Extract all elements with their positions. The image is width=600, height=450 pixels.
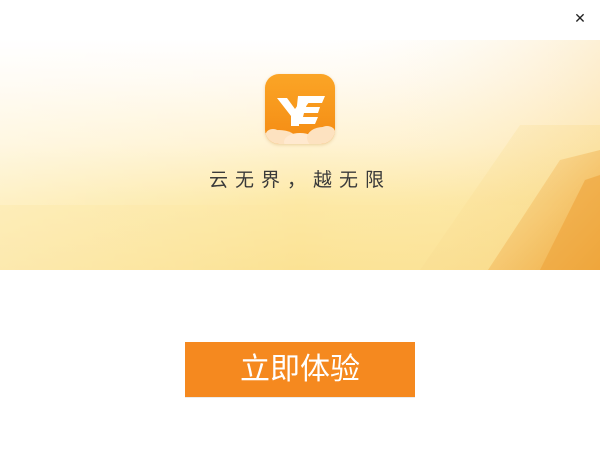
welcome-dialog: ✕ 云无界，越无限 立即体验 [0,0,600,450]
close-icon: ✕ [574,11,586,27]
slogan-text: 云无界，越无限 [208,169,391,191]
ye-logo-icon [265,74,335,144]
try-now-button[interactable]: 立即体验 [185,342,415,397]
close-button[interactable]: ✕ [570,9,590,29]
